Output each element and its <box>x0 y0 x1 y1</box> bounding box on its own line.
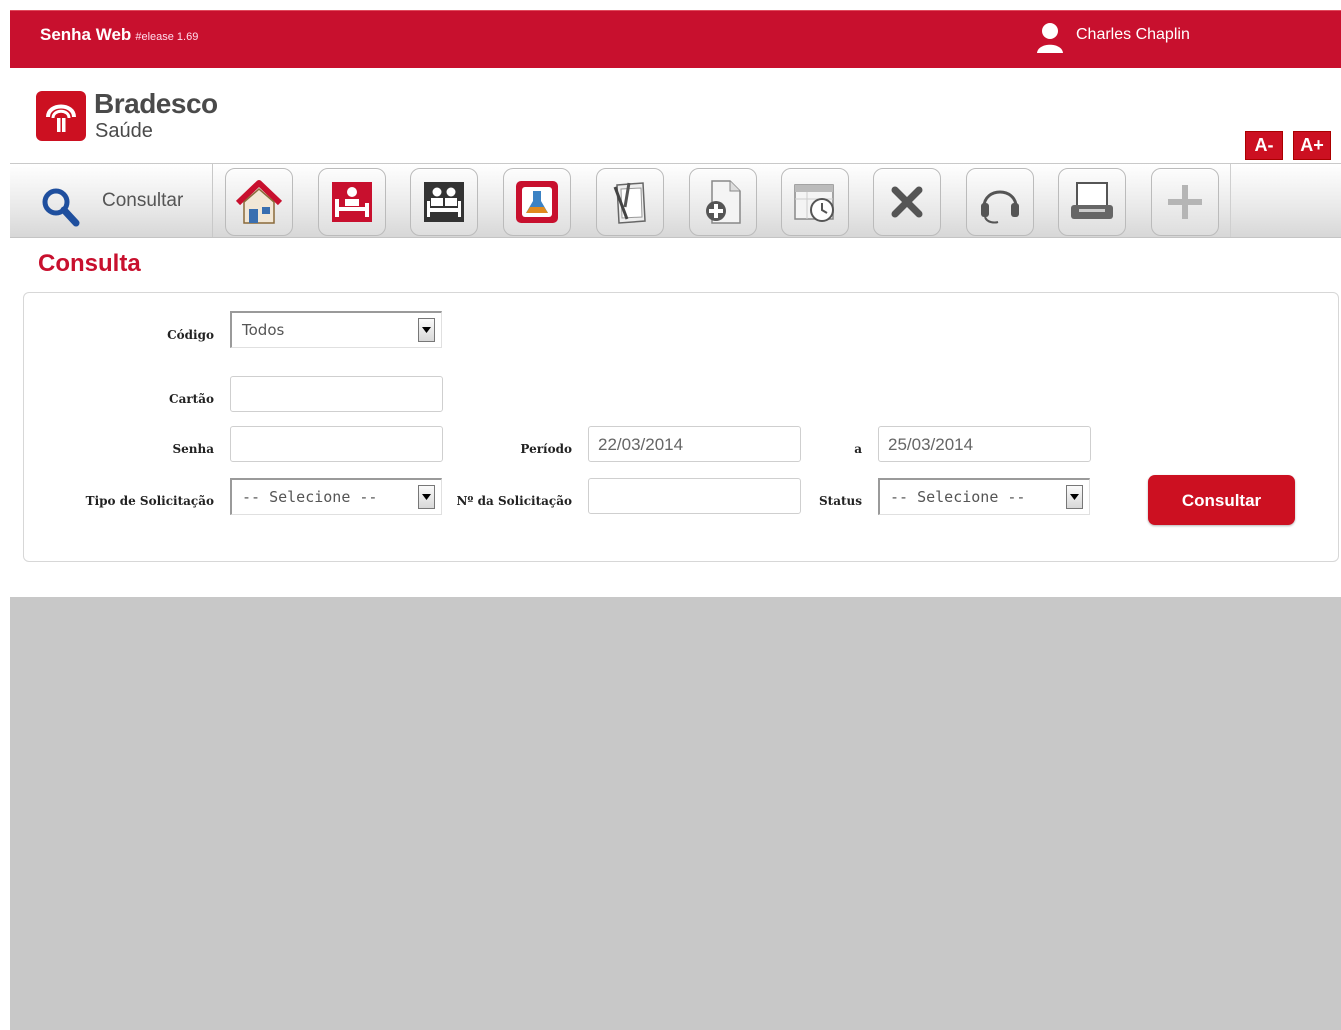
cancel-button[interactable] <box>873 168 941 236</box>
codigo-label: Código <box>167 328 214 342</box>
release-version: #elease 1.69 <box>135 31 199 43</box>
cartao-label: Cartão <box>169 392 214 406</box>
consultar-button[interactable]: Consultar <box>1148 475 1295 525</box>
new-request-button[interactable] <box>1151 168 1219 236</box>
printer-icon <box>1071 182 1113 219</box>
status-select-value: -- Selecione -- <box>890 488 1026 506</box>
periodo-end-input[interactable]: 25/03/2014 <box>878 426 1091 462</box>
user-icon <box>1037 23 1063 53</box>
consult-tab-label: Consultar <box>102 190 184 211</box>
app-name: Senha Web #elease 1.69 <box>40 25 198 45</box>
add-document-icon <box>706 180 741 224</box>
bradesco-logo-icon <box>36 91 86 141</box>
periodo-label: Período <box>520 442 572 456</box>
room-button[interactable] <box>410 168 478 236</box>
print-button[interactable] <box>1058 168 1126 236</box>
numero-solicitacao-input[interactable] <box>588 478 801 514</box>
cartao-input[interactable] <box>230 376 443 412</box>
decrease-font-button[interactable]: A- <box>1245 131 1283 160</box>
chevron-down-icon[interactable] <box>418 485 435 509</box>
codigo-select[interactable]: Todos <box>230 311 442 348</box>
senha-label: Senha <box>172 442 214 456</box>
user-name[interactable]: Charles Chaplin <box>1076 26 1190 44</box>
brand-subtitle: Saúde <box>95 120 153 142</box>
search-form: Código Todos Cartão Senha Período 22/03/… <box>23 292 1339 562</box>
numero-solicitacao-label: Nº da Solicitação <box>456 494 572 508</box>
hospitalization-button[interactable] <box>318 168 386 236</box>
tipo-solicitacao-value: -- Selecione -- <box>242 488 378 506</box>
prescription-button[interactable] <box>596 168 664 236</box>
hospital-room-icon <box>424 182 464 222</box>
brand-name: Bradesco <box>94 88 218 119</box>
senha-input[interactable] <box>230 426 443 462</box>
prescription-icon <box>613 182 646 224</box>
lab-flask-icon <box>516 181 558 223</box>
home-icon <box>235 180 283 224</box>
hospital-bed-icon <box>332 182 372 222</box>
consult-tab[interactable]: Consultar <box>10 164 213 237</box>
toolbar-divider <box>1230 164 1231 237</box>
search-icon <box>42 188 80 227</box>
tipo-solicitacao-label: Tipo de Solicitação <box>85 494 214 508</box>
top-bar: Senha Web #elease 1.69 Charles Chaplin <box>10 10 1341 68</box>
exams-button[interactable] <box>503 168 571 236</box>
chevron-down-icon[interactable] <box>1066 485 1083 509</box>
calendar-clock-icon <box>794 184 834 222</box>
main-toolbar: Consultar <box>10 163 1341 238</box>
periodo-start-input[interactable]: 22/03/2014 <box>588 426 801 462</box>
headset-icon <box>981 190 1019 224</box>
increase-font-button[interactable]: A+ <box>1293 131 1331 160</box>
plus-icon <box>1168 185 1202 219</box>
results-area <box>10 597 1341 1030</box>
status-select[interactable]: -- Selecione -- <box>878 478 1090 515</box>
page-title: Consulta <box>38 250 141 277</box>
support-button[interactable] <box>966 168 1034 236</box>
codigo-select-value: Todos <box>242 321 285 339</box>
app-name-text: Senha Web <box>40 25 132 44</box>
chevron-down-icon[interactable] <box>418 318 435 342</box>
add-document-button[interactable] <box>689 168 757 236</box>
home-button[interactable] <box>225 168 293 236</box>
close-icon <box>891 186 923 218</box>
periodo-to-label: a <box>854 442 862 456</box>
status-label: Status <box>818 494 862 508</box>
tipo-solicitacao-select[interactable]: -- Selecione -- <box>230 478 442 515</box>
schedule-button[interactable] <box>781 168 849 236</box>
